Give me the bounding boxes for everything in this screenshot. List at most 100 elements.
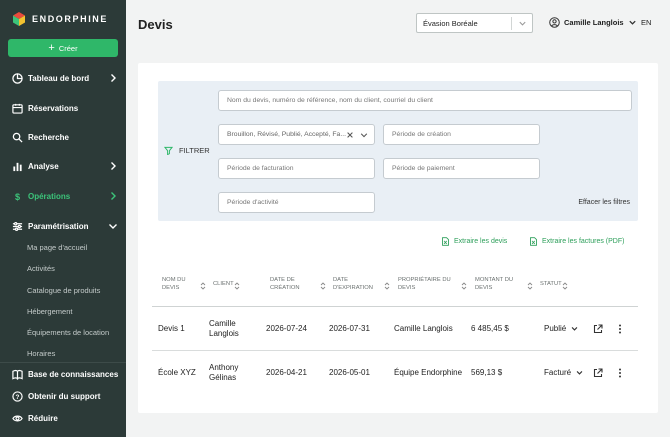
sidebar-footer: Base de connaissances ? Obtenir du suppo… <box>0 362 126 437</box>
user-menu[interactable]: Camille Langlois <box>549 17 637 28</box>
column-header-owner[interactable]: PROPRIÉTAIRE DU DEVIS <box>398 277 456 292</box>
sub-item-home-page[interactable]: Ma page d'accueil <box>27 243 87 252</box>
chevron-down-icon <box>360 133 368 138</box>
search-input[interactable]: Nom du devis, numéro de référence, nom d… <box>218 90 632 111</box>
status-dropdown[interactable]: Publié <box>544 324 578 334</box>
sidebar-item-label: Obtenir du support <box>28 391 101 401</box>
creation-period-placeholder: Période de création <box>392 131 451 138</box>
filter-toggle[interactable]: FILTRER <box>164 146 210 155</box>
sort-icon[interactable] <box>562 282 568 290</box>
chevron-down-icon <box>109 224 117 229</box>
sidebar-item-knowledge-base[interactable]: Base de connaissances <box>0 365 126 383</box>
activity-period-placeholder: Période d'activité <box>227 199 279 206</box>
sidebar-item-label: Opérations <box>28 191 71 201</box>
language-switch[interactable]: EN <box>641 18 651 27</box>
calendar-icon <box>11 102 23 114</box>
sidebar-item-dashboard[interactable]: Tableau de bord <box>0 69 126 87</box>
sidebar-item-settings[interactable]: Paramétrisation <box>0 217 126 235</box>
status-value: Publié <box>544 324 567 333</box>
sort-icon[interactable] <box>234 282 240 290</box>
clear-filters-link[interactable]: Effacer les filtres <box>578 199 630 206</box>
open-external-icon[interactable] <box>593 368 603 378</box>
export-invoices-link[interactable]: Extraire les factures (PDF) <box>530 237 624 246</box>
sort-icon[interactable] <box>320 282 326 290</box>
creation-period-input[interactable]: Période de création <box>383 124 540 145</box>
cell-client: Camille Langlois <box>209 319 239 338</box>
status-filter-select[interactable]: Brouillon, Révisé, Publié, Accepté, Fa..… <box>218 124 375 145</box>
cell-created: 2026-04-21 <box>266 368 307 377</box>
column-header-client[interactable]: CLIENT <box>213 281 234 289</box>
filter-icon <box>164 146 173 155</box>
export-quotes-label: Extraire les devis <box>454 238 508 245</box>
sort-icon[interactable] <box>461 282 467 290</box>
sidebar-item-operations[interactable]: $ Opérations <box>0 187 126 205</box>
clear-icon[interactable] <box>346 131 354 139</box>
sort-icon[interactable] <box>200 282 206 290</box>
column-header-created[interactable]: DATE DE CRÉATION <box>270 277 312 292</box>
sidebar-item-label: Recherche <box>28 132 69 142</box>
sidebar-item-label: Tableau de bord <box>28 73 90 83</box>
sort-icon[interactable] <box>527 282 533 290</box>
sidebar-item-reservations[interactable]: Réservations <box>0 99 126 117</box>
endorphine-logo-icon <box>12 12 26 26</box>
sidebar-item-label: Analyse <box>28 161 59 171</box>
organization-value: Évasion Boréale <box>423 18 478 28</box>
cell-owner: Camille Langlois <box>394 324 453 333</box>
chevron-down-icon <box>628 20 636 25</box>
chevron-down-icon <box>519 21 526 26</box>
organization-select[interactable]: Évasion Boréale <box>416 13 533 33</box>
cell-created: 2026-07-24 <box>266 324 307 333</box>
chevron-down-icon <box>576 371 583 375</box>
more-options-icon[interactable] <box>615 324 625 334</box>
user-name: Camille Langlois <box>564 18 624 27</box>
more-options-icon[interactable] <box>615 368 625 378</box>
pie-chart-icon <box>11 72 23 84</box>
export-quotes-link[interactable]: Extraire les devis <box>442 237 507 246</box>
cell-quote-name[interactable]: École XYZ <box>158 368 196 378</box>
sliders-icon <box>11 220 23 232</box>
cell-expires: 2026-05-01 <box>329 368 370 377</box>
filter-label: FILTRER <box>179 146 210 155</box>
sidebar-item-collapse[interactable]: Réduire <box>0 409 126 427</box>
quotes-card: FILTRER Nom du devis, numéro de référenc… <box>138 63 658 413</box>
book-icon <box>11 368 23 380</box>
column-header-expires[interactable]: DATE D'EXPIRATION <box>333 277 379 292</box>
sidebar-item-support[interactable]: ? Obtenir du support <box>0 387 126 405</box>
status-dropdown[interactable]: Facturé <box>544 368 583 378</box>
cell-amount: 6 485,45 $ <box>471 324 509 333</box>
cell-amount: 569,13 $ <box>471 368 503 377</box>
column-header-amount[interactable]: MONTANT DU DEVIS <box>475 277 523 292</box>
dollar-icon: $ <box>11 190 23 202</box>
sub-item-product-catalog[interactable]: Catalogue de produits <box>27 286 100 295</box>
chevron-right-icon <box>111 162 116 170</box>
page-title: Devis <box>138 17 173 32</box>
sub-item-accommodation[interactable]: Hébergement <box>27 307 72 316</box>
activity-period-input[interactable]: Période d'activité <box>218 192 375 213</box>
excel-file-icon <box>530 237 537 246</box>
column-header-name[interactable]: NOM DU DEVIS <box>162 277 192 292</box>
sub-item-rental-equipment[interactable]: Équipements de location <box>27 328 109 337</box>
brand-name: ENDORPHINE <box>32 14 109 24</box>
sidebar-item-label: Paramétrisation <box>28 221 89 231</box>
chevron-right-icon <box>111 192 116 200</box>
sort-icon[interactable] <box>384 282 390 290</box>
sub-item-activities[interactable]: Activités <box>27 264 55 273</box>
sidebar: ENDORPHINE + Créer Tableau de bord Réser… <box>0 0 126 437</box>
svg-text:?: ? <box>15 393 19 400</box>
cell-quote-name[interactable]: Devis 1 <box>158 324 185 334</box>
payment-period-input[interactable]: Période de paiement <box>383 158 540 179</box>
sidebar-item-search[interactable]: Recherche <box>0 128 126 146</box>
export-invoices-label: Extraire les factures (PDF) <box>542 238 625 245</box>
sub-item-schedules[interactable]: Horaires <box>27 349 55 358</box>
table-row-divider <box>152 350 638 351</box>
user-avatar-icon <box>549 17 560 28</box>
billing-period-input[interactable]: Période de facturation <box>218 158 375 179</box>
sidebar-item-analysis[interactable]: Analyse <box>0 157 126 175</box>
chevron-down-icon <box>571 327 578 331</box>
create-button[interactable]: + Créer <box>8 39 118 57</box>
sidebar-item-label: Réservations <box>28 103 79 113</box>
brand-logo[interactable]: ENDORPHINE <box>12 11 108 27</box>
open-external-icon[interactable] <box>593 324 603 334</box>
search-placeholder: Nom du devis, numéro de référence, nom d… <box>227 97 433 104</box>
column-header-status[interactable]: STATUT <box>540 281 562 289</box>
